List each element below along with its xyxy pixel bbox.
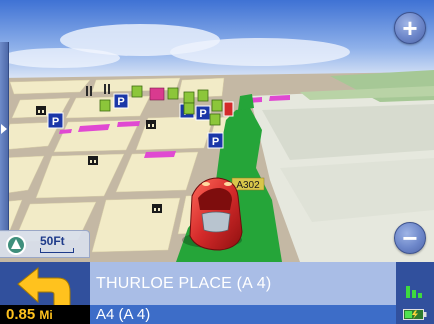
battery-icon [403, 309, 427, 320]
scale-label: 50Ft [40, 234, 65, 248]
plus-icon: + [402, 13, 418, 43]
distance-to-turn: 0.85 Mi [0, 305, 90, 324]
scale-bar [40, 248, 74, 253]
road-label: A302 [236, 180, 260, 191]
chevron-right-icon [1, 124, 7, 134]
next-street-name[interactable]: THURLOE PLACE (A 4) [90, 262, 396, 305]
status-panel[interactable] [396, 262, 434, 324]
minus-icon: − [402, 223, 418, 253]
compass-icon[interactable] [6, 235, 26, 255]
turn-panel[interactable]: 0.85 Mi [0, 262, 90, 324]
svg-text:P: P [117, 96, 124, 108]
gps-signal-icon [406, 286, 422, 298]
distance-value: 0.85 [6, 306, 36, 323]
map-canvas: A302 P P P P P [0, 0, 434, 262]
svg-text:P: P [199, 108, 206, 120]
distance-unit: Mi [39, 308, 53, 322]
gift-icon [149, 87, 165, 101]
side-panel-handle[interactable] [0, 42, 9, 232]
svg-text:P: P [52, 116, 59, 128]
navigation-screen: A302 P P P P P [0, 0, 434, 324]
current-street-name: A4 (A 4) [90, 305, 396, 324]
zoom-out-button[interactable]: − [394, 222, 426, 254]
navigation-bar: 0.85 Mi THURLOE PLACE (A 4) A4 (A 4) [0, 262, 434, 324]
turn-left-arrow-icon [17, 266, 71, 306]
zoom-in-button[interactable]: + [394, 12, 426, 44]
map-scale: 50Ft [0, 230, 90, 258]
svg-text:P: P [212, 136, 219, 148]
map-view[interactable]: A302 P P P P P [0, 0, 434, 262]
